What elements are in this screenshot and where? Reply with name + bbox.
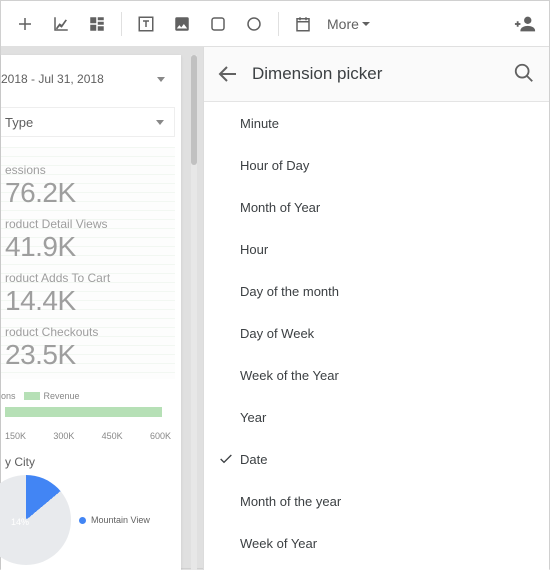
- caret-down-icon: [361, 19, 371, 29]
- legend-label: ons: [1, 391, 16, 401]
- image-icon[interactable]: [164, 6, 200, 42]
- metric-value: 14.4K: [5, 285, 175, 317]
- type-label: Type: [5, 115, 33, 130]
- scorecard-block: essions 76.2K roduct Detail Views 41.9K …: [1, 147, 175, 379]
- axis-tick: 450K: [102, 431, 123, 441]
- dimension-label: Month of the year: [240, 494, 341, 509]
- dimension-item[interactable]: Month of the year: [204, 480, 549, 522]
- dimension-list: Minute Hour of Day Month of Year Hour Day of…: [204, 101, 549, 570]
- section-title: y City: [5, 455, 175, 469]
- bar-chart-icon[interactable]: [79, 6, 115, 42]
- line-chart-icon[interactable]: [43, 6, 79, 42]
- legend-label: Revenue: [44, 391, 80, 401]
- axis-tick: 600K: [150, 431, 171, 441]
- metric-label: roduct Detail Views: [5, 217, 175, 231]
- text-icon[interactable]: [128, 6, 164, 42]
- more-label: More: [327, 16, 359, 32]
- pie-chart: 14% Mountain View: [1, 475, 175, 535]
- caret-down-icon: [156, 120, 164, 125]
- separator: [278, 12, 279, 36]
- scrollbar-thumb[interactable]: [191, 55, 197, 165]
- panel-title: Dimension picker: [252, 64, 513, 84]
- date-range-value: 2018 - Jul 31, 2018: [1, 72, 104, 86]
- dimension-item[interactable]: Week of Year: [204, 522, 549, 564]
- axis-tick: 300K: [53, 431, 74, 441]
- add-user-icon[interactable]: [507, 6, 543, 42]
- metric-value: 41.9K: [5, 231, 175, 263]
- metric-label: roduct Checkouts: [5, 325, 175, 339]
- pie-pct: 14%: [11, 517, 29, 527]
- dimension-label: Day of the month: [240, 284, 339, 299]
- panel-header: Dimension picker: [204, 47, 549, 101]
- metric-label: essions: [5, 163, 175, 177]
- caret-down-icon: [157, 77, 165, 82]
- dimension-label: Hour: [240, 242, 268, 257]
- dimension-item[interactable]: Day of Week: [204, 312, 549, 354]
- dimension-item[interactable]: Hour of Day: [204, 144, 549, 186]
- dimension-item[interactable]: Minute: [204, 102, 549, 144]
- dimension-item[interactable]: Hour: [204, 228, 549, 270]
- dimension-label: Week of Year: [240, 536, 317, 551]
- dimension-label: Year: [240, 410, 266, 425]
- bar-legend: ons Revenue: [1, 391, 175, 401]
- toolbar: More: [1, 1, 549, 47]
- separator: [121, 12, 122, 36]
- pie-legend-item: Mountain View: [79, 515, 150, 525]
- dimension-label: Minute: [240, 116, 279, 131]
- date-range-icon[interactable]: [285, 6, 321, 42]
- insert-chart-icon[interactable]: [7, 6, 43, 42]
- legend-swatch: [24, 392, 40, 400]
- metric-value: 23.5K: [5, 339, 175, 371]
- dimension-label: Date: [240, 452, 267, 467]
- dimension-item[interactable]: Week of the Year: [204, 354, 549, 396]
- scrollbar[interactable]: [191, 55, 197, 570]
- circle-icon[interactable]: [236, 6, 272, 42]
- dimension-item[interactable]: Date: [204, 438, 549, 480]
- dimension-item[interactable]: Month of Year: [204, 186, 549, 228]
- rectangle-icon[interactable]: [200, 6, 236, 42]
- dimension-picker-panel: Dimension picker Minute Hour of Day Month …: [203, 47, 549, 570]
- dimension-item[interactable]: Year: [204, 396, 549, 438]
- check-icon: [218, 451, 234, 470]
- dimension-item[interactable]: Day of the month: [204, 270, 549, 312]
- dimension-label: Week of the Year: [240, 368, 339, 383]
- metric-label: roduct Adds To Cart: [5, 271, 175, 285]
- dimension-label: Hour of Day: [240, 158, 309, 173]
- dimension-label: Day of Week: [240, 326, 314, 341]
- x-axis: 150K 300K 450K 600K: [5, 431, 171, 441]
- more-menu[interactable]: More: [321, 16, 377, 32]
- type-selector[interactable]: Type: [1, 107, 175, 137]
- back-button[interactable]: [216, 62, 240, 86]
- date-range-selector[interactable]: 2018 - Jul 31, 2018: [1, 65, 175, 93]
- dimension-label: Month of Year: [240, 200, 320, 215]
- bar: [5, 407, 162, 417]
- search-button[interactable]: [513, 62, 537, 86]
- axis-tick: 150K: [5, 431, 26, 441]
- metric-value: 76.2K: [5, 177, 175, 209]
- report-canvas: 2018 - Jul 31, 2018 Type essions 76.2K r…: [1, 55, 181, 570]
